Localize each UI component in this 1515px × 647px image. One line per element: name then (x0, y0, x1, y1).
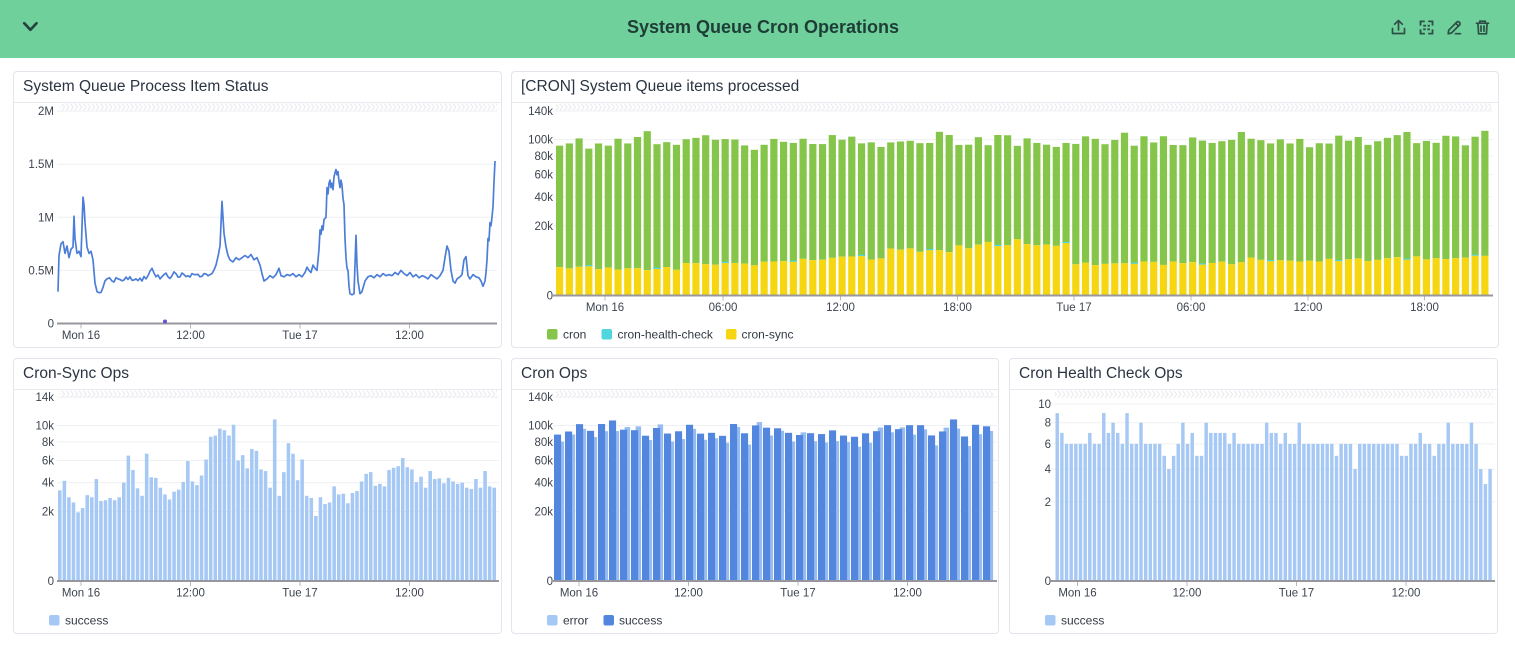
svg-text:success: success (619, 614, 662, 628)
svg-text:1M: 1M (38, 212, 54, 224)
svg-text:cron-health-check: cron-health-check (618, 328, 714, 342)
svg-text:2: 2 (1045, 497, 1051, 509)
svg-text:Tue 17: Tue 17 (780, 588, 815, 600)
svg-text:100k: 100k (528, 135, 553, 147)
svg-text:20k: 20k (534, 221, 553, 233)
svg-text:100k: 100k (528, 421, 553, 433)
svg-text:14k: 14k (35, 392, 54, 404)
svg-text:12:00: 12:00 (1173, 588, 1202, 600)
svg-text:2M: 2M (38, 106, 54, 118)
svg-text:80k: 80k (534, 151, 553, 163)
svg-text:18:00: 18:00 (943, 302, 972, 314)
svg-text:4k: 4k (42, 478, 54, 490)
svg-text:40k: 40k (534, 478, 553, 490)
svg-text:60k: 60k (534, 456, 553, 468)
svg-text:8k: 8k (42, 437, 54, 449)
svg-text:0: 0 (547, 576, 553, 588)
svg-text:error: error (563, 614, 588, 628)
svg-text:12:00: 12:00 (1392, 588, 1421, 600)
svg-text:2k: 2k (42, 507, 54, 519)
svg-text:6: 6 (1045, 439, 1051, 451)
svg-text:18:00: 18:00 (1410, 302, 1439, 314)
svg-text:Mon 16: Mon 16 (560, 588, 598, 600)
svg-text:6k: 6k (42, 456, 54, 468)
svg-text:0.5M: 0.5M (28, 265, 54, 277)
svg-text:4: 4 (1045, 464, 1052, 476)
svg-text:Tue 17: Tue 17 (1056, 302, 1091, 314)
svg-text:140k: 140k (528, 392, 553, 404)
svg-text:Tue 17: Tue 17 (282, 330, 317, 342)
svg-text:12:00: 12:00 (826, 302, 855, 314)
svg-text:12:00: 12:00 (893, 588, 922, 600)
svg-text:60k: 60k (534, 170, 553, 182)
svg-text:40k: 40k (534, 192, 553, 204)
svg-text:140k: 140k (528, 106, 553, 118)
svg-text:Mon 16: Mon 16 (1058, 588, 1096, 600)
svg-text:Tue 17: Tue 17 (1279, 588, 1314, 600)
svg-text:20k: 20k (534, 507, 553, 519)
svg-text:Mon 16: Mon 16 (62, 588, 100, 600)
svg-text:12:00: 12:00 (674, 588, 703, 600)
svg-text:80k: 80k (534, 437, 553, 449)
svg-text:12:00: 12:00 (1294, 302, 1323, 314)
svg-text:12:00: 12:00 (395, 588, 424, 600)
svg-text:Tue 17: Tue 17 (282, 588, 317, 600)
svg-text:1.5M: 1.5M (28, 159, 54, 171)
svg-text:06:00: 06:00 (1177, 302, 1206, 314)
svg-text:10: 10 (1038, 399, 1051, 411)
svg-text:12:00: 12:00 (176, 588, 205, 600)
svg-text:12:00: 12:00 (176, 330, 205, 342)
svg-text:cron-sync: cron-sync (742, 328, 794, 342)
svg-text:success: success (1061, 614, 1104, 628)
svg-text:0: 0 (48, 576, 54, 588)
svg-text:12:00: 12:00 (395, 330, 424, 342)
svg-text:0: 0 (48, 319, 54, 331)
svg-text:success: success (65, 614, 108, 628)
svg-text:cron: cron (563, 328, 586, 342)
svg-text:Mon 16: Mon 16 (586, 302, 624, 314)
svg-text:10k: 10k (35, 421, 54, 433)
svg-text:06:00: 06:00 (709, 302, 738, 314)
svg-text:8: 8 (1045, 418, 1051, 430)
svg-text:0: 0 (547, 291, 553, 303)
svg-text:Mon 16: Mon 16 (62, 330, 100, 342)
